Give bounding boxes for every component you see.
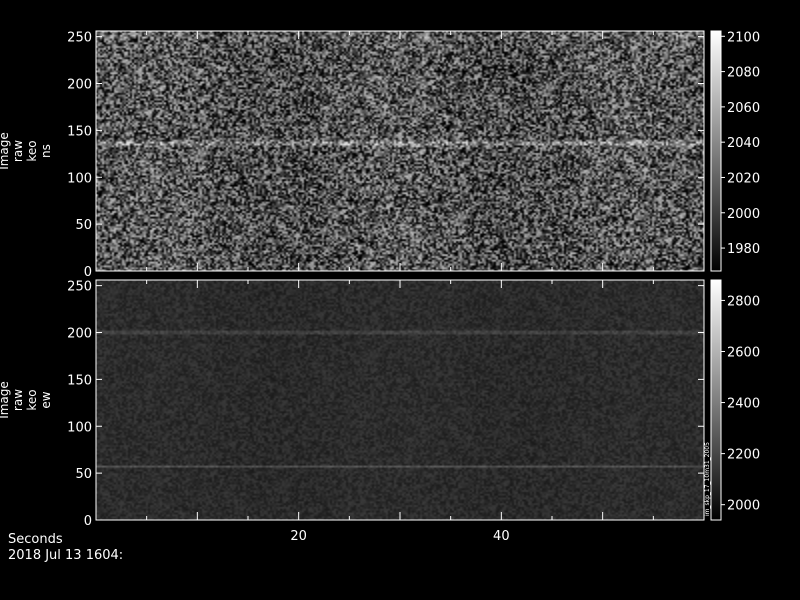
y-tick-label: 100 [67,171,92,186]
colorbar-tick-label: 2800 [727,294,760,309]
colorbar-tick-label: 2000 [727,499,760,514]
y-tick-label: 250 [67,31,92,46]
y-tick-label: 100 [67,420,92,435]
timestamp-label: 2018 Jul 13 1604: [8,548,124,563]
y-tick-label: 250 [67,280,92,295]
y-tick-label: 0 [84,265,92,280]
heatmap-image [96,31,704,271]
x-axis-label: Seconds [8,532,63,547]
colorbar [710,30,722,272]
colorbar-tick-label: 2200 [727,448,760,463]
y-axis-label-line: ew [39,391,53,408]
y-tick-label: 50 [75,218,92,233]
y-tick-label: 0 [84,514,92,529]
y-tick-label: 50 [75,467,92,482]
colorbar-tick-label: 2100 [727,30,760,45]
keogram-figure: 050100150200250Image raw keo ns198020002020… [0,30,760,544]
y-axis-label-line: keo [25,389,39,410]
side-note: im_skp_17_10m31_2005 [704,442,711,516]
colorbar-tick-label: 2040 [727,136,760,151]
y-tick-label: 200 [67,327,92,342]
colorbar [710,279,722,521]
heatmap-image [96,280,704,520]
x-tick-label: 20 [290,529,307,544]
colorbar-tick-label: 2060 [727,101,760,116]
colorbar-tick-label: 2080 [727,66,760,81]
colorbar-tick-label: 2020 [727,171,760,186]
colorbar-tick-label: 2600 [727,345,760,360]
y-tick-label: 150 [67,373,92,388]
panel-1: 0 50 100 150 200 250 Image raw keo ns 1980 2000 2020… [0,30,760,280]
y-tick-label: 200 [67,78,92,93]
x-tick-label: 40 [493,529,510,544]
y-axis-label-line: keo [25,140,39,161]
colorbar-tick-label: 2400 [727,397,760,412]
colorbar-tick-label: 2000 [727,207,760,222]
y-tick-label: 150 [67,124,92,139]
y-axis-label-line: raw [11,389,25,411]
y-axis-label-line: Image [0,381,11,419]
colorbar-tick-label: 1980 [727,242,760,257]
y-axis-label-line: Image [0,132,11,170]
panel-2: 0 50 100 150 200 250 20 40 Image raw keo ew 2000 2200… [0,279,760,544]
y-axis-label-line: ns [39,144,53,158]
y-axis-label-line: raw [11,140,25,162]
